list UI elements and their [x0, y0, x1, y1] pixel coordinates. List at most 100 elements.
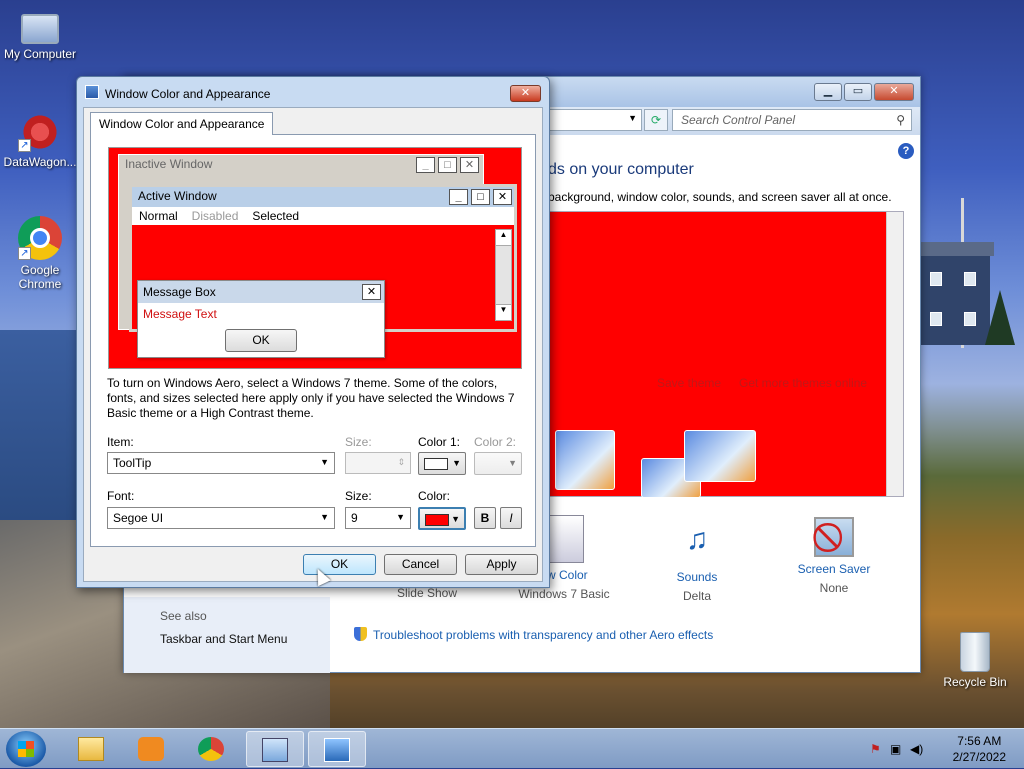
network-icon[interactable]: ▣: [890, 742, 904, 756]
font-color-picker[interactable]: ▼: [418, 507, 466, 530]
aero-note: To turn on Windows Aero, select a Window…: [107, 376, 515, 420]
screen-saver-icon: ⃠: [814, 517, 854, 557]
folder-icon: [78, 737, 104, 761]
taskbar-explorer[interactable]: [62, 731, 120, 767]
datawagon-icon: ↗: [18, 112, 62, 152]
italic-button[interactable]: I: [500, 507, 522, 529]
chrome-icon: ↗: [18, 216, 62, 260]
sounds-icon: ♫: [685, 523, 709, 556]
font-size-select[interactable]: 9 ▼: [345, 507, 411, 529]
message-box-preview[interactable]: Message Box ✕ Message Text OK: [137, 280, 385, 358]
chevron-down-icon: ▼: [508, 458, 517, 468]
shortcut-arrow-icon: ↗: [18, 247, 31, 260]
desktop-icon-label: Google Chrome: [18, 263, 62, 291]
clock-date: 2/27/2022: [952, 750, 1006, 764]
desktop-icon-label: My Computer: [3, 47, 77, 61]
taskbar: ⚑ ▣ ◀) 7:56 AM 2/27/2022: [0, 728, 1024, 768]
troubleshoot-link[interactable]: Troubleshoot problems with transparency …: [354, 627, 713, 642]
category-subtitle: None: [819, 581, 849, 595]
dialog-title: Window Color and Appearance: [105, 87, 271, 101]
desktop-icon-recycle-bin[interactable]: Recycle Bin: [935, 632, 1015, 689]
category-subtitle: Slide Show: [396, 586, 458, 600]
maximize-button[interactable]: ▭: [844, 83, 872, 101]
window-color-icon: [544, 515, 584, 563]
maximize-icon: □: [471, 189, 490, 205]
active-titlebar: Active Window _ □ ✕: [132, 187, 514, 207]
close-button[interactable]: ✕: [874, 83, 914, 101]
dialog-close-button[interactable]: ✕: [510, 85, 541, 102]
minimize-button[interactable]: ▁: [814, 83, 842, 101]
taskbar-media-player[interactable]: [122, 731, 180, 767]
color2-label: Color 2:: [474, 435, 517, 449]
chevron-down-icon: ▼: [452, 458, 461, 468]
font-color-label: Color:: [418, 489, 451, 503]
minimize-icon: _: [416, 157, 435, 173]
minimize-icon: _: [449, 189, 468, 205]
color2-picker[interactable]: ▼: [474, 452, 522, 475]
taskbar-display-settings[interactable]: [308, 731, 366, 767]
taskbar-chrome[interactable]: [182, 731, 240, 767]
color1-picker[interactable]: ▼: [418, 452, 466, 475]
desktop-icon-my-computer[interactable]: My Computer: [0, 10, 80, 61]
start-button[interactable]: [6, 731, 46, 767]
volume-icon[interactable]: ◀): [910, 742, 924, 756]
clock[interactable]: 7:56 AM 2/27/2022: [953, 733, 1006, 765]
chevron-down-icon: ▼: [628, 113, 637, 123]
desktop-icon-label: DataWagon...: [3, 155, 77, 169]
preview-ok-button: OK: [225, 329, 297, 352]
chrome-icon: [198, 737, 224, 761]
item-select[interactable]: ToolTip ▼: [107, 452, 335, 474]
refresh-button[interactable]: ⟳: [644, 109, 668, 131]
themes-scrollbar[interactable]: [886, 212, 903, 496]
message-box-titlebar: Message Box ✕: [138, 281, 384, 303]
dialog-titlebar: Window Color and Appearance ✕: [77, 77, 549, 107]
item-size-spinner[interactable]: ⇕: [345, 452, 411, 474]
category-title: Sounds: [676, 570, 718, 584]
recycle-bin-icon: [960, 632, 990, 672]
media-player-icon: [138, 737, 164, 761]
display-settings-icon: [324, 738, 350, 762]
desktop-icon-chrome[interactable]: ↗ Google Chrome: [0, 216, 80, 291]
search-icon: ⚲: [896, 113, 905, 127]
chevron-down-icon: ▼: [320, 512, 329, 522]
action-center-icon[interactable]: ⚑: [870, 742, 884, 756]
apply-button[interactable]: Apply: [465, 554, 538, 575]
color1-swatch: [424, 458, 448, 470]
troubleshoot-label: Troubleshoot problems with transparency …: [373, 628, 714, 642]
see-also-label: See also: [160, 609, 207, 623]
tab-panel: Inactive Window _ □ ✕ Active Window _ □ …: [90, 134, 536, 547]
appearance-preview[interactable]: Inactive Window _ □ ✕ Active Window _ □ …: [108, 147, 522, 369]
maximize-icon: □: [438, 157, 457, 173]
theme-thumbnail[interactable]: [684, 430, 756, 482]
inactive-title: Inactive Window: [125, 157, 213, 171]
taskbar-control-panel[interactable]: [246, 731, 304, 767]
tab-window-color[interactable]: Window Color and Appearance: [90, 112, 274, 135]
get-more-themes-link[interactable]: Get more themes online: [739, 376, 867, 390]
close-icon: ✕: [362, 284, 381, 300]
menu-selected: Selected: [252, 209, 300, 223]
cancel-button[interactable]: Cancel: [384, 554, 457, 575]
message-text: Message Text: [143, 307, 217, 321]
control-panel-icon: [262, 738, 288, 762]
item-size-label: Size:: [345, 435, 372, 449]
window-color-dialog: Window Color and Appearance ✕ Window Col…: [76, 76, 550, 588]
font-label: Font:: [107, 489, 135, 503]
sounds-category[interactable]: ♫ Sounds Delta: [647, 517, 747, 603]
wallpaper-house: [916, 242, 994, 345]
save-theme-link[interactable]: Save theme: [657, 376, 721, 390]
menu-normal: Normal: [139, 209, 178, 223]
see-also-panel: See also Taskbar and Start Menu: [124, 597, 330, 673]
inactive-titlebar: Inactive Window _ □ ✕: [119, 155, 483, 175]
themes-list[interactable]: Save theme Get more themes online: [548, 211, 904, 498]
search-input[interactable]: Search Control Panel ⚲: [672, 109, 912, 131]
font-size-value: 9: [351, 511, 358, 525]
help-icon[interactable]: ?: [898, 143, 914, 159]
desktop-icon-datawagon[interactable]: ↗ DataWagon...: [0, 112, 80, 169]
screen-saver-category[interactable]: ⃠ Screen Saver None: [784, 517, 884, 595]
system-tray: ⚑ ▣ ◀) 7:56 AM 2/27/2022: [854, 729, 1024, 769]
taskbar-start-menu-link[interactable]: Taskbar and Start Menu: [160, 632, 287, 646]
theme-thumbnail[interactable]: [555, 430, 615, 490]
message-box-title: Message Box: [143, 285, 216, 299]
font-select[interactable]: Segoe UI ▼: [107, 507, 335, 529]
bold-button[interactable]: B: [474, 507, 496, 529]
